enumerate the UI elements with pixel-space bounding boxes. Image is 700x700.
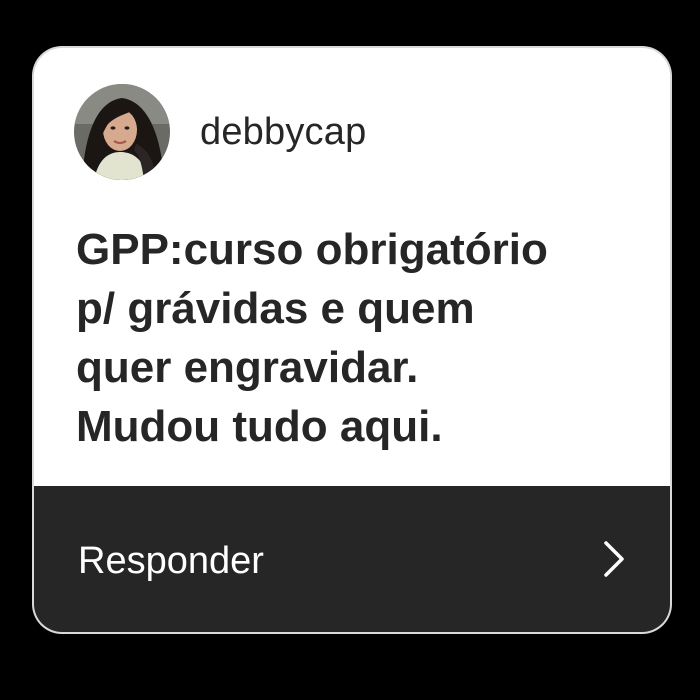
reply-button[interactable]: Responder — [34, 486, 670, 632]
question-sticker-card: debbycap GPP:curso obrigatório p/ grávid… — [34, 48, 670, 632]
avatar[interactable] — [74, 84, 170, 180]
chevron-right-icon — [602, 539, 626, 579]
sticker-header: debbycap — [74, 84, 366, 180]
username[interactable]: debbycap — [200, 111, 366, 154]
avatar-image — [74, 84, 170, 180]
question-text: GPP:curso obrigatório p/ grávidas e quem… — [76, 225, 548, 451]
reply-label: Responder — [78, 539, 264, 582]
